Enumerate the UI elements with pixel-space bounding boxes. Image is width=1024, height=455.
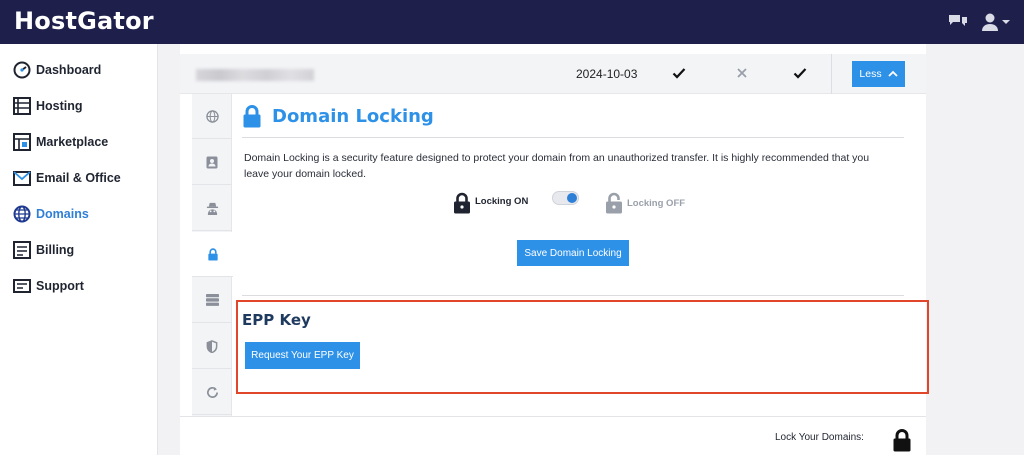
top-bar: HostGator <box>0 0 1024 44</box>
divider <box>180 416 926 417</box>
globe-icon <box>12 204 32 224</box>
expiration-date: 2024-10-03 <box>576 67 638 81</box>
sidebar-item-label: Hosting <box>36 99 83 113</box>
tab-nameservers[interactable] <box>192 278 232 323</box>
toggle-knob <box>567 193 577 203</box>
privacy-icon <box>206 202 218 215</box>
check-icon <box>793 66 807 85</box>
divider <box>831 54 832 94</box>
user-menu-icon[interactable] <box>982 12 1012 32</box>
email-icon <box>12 168 32 188</box>
lock-your-domains-label: Lock Your Domains: <box>775 432 864 443</box>
hosting-icon <box>12 96 32 116</box>
lock-icon[interactable] <box>892 428 912 455</box>
tab-privacy[interactable] <box>192 186 232 231</box>
chevron-up-icon <box>887 70 898 77</box>
less-button-label: Less <box>859 68 882 80</box>
globe-icon <box>205 109 219 123</box>
request-epp-key-button[interactable]: Request Your EPP Key <box>245 342 360 369</box>
domain-tabs <box>192 94 233 416</box>
sidebar: Dashboard Hosting Marketplace Email & Of… <box>0 44 158 455</box>
divider <box>242 137 904 138</box>
shield-icon <box>206 339 218 353</box>
hostgator-logo[interactable]: HostGator <box>14 7 154 35</box>
domain-row: 2024-10-03 Less <box>180 54 926 94</box>
sidebar-item-label: Dashboard <box>36 63 102 77</box>
locking-on-label: Locking ON <box>475 195 529 207</box>
sidebar-item-email-office[interactable]: Email & Office <box>12 167 121 189</box>
sidebar-item-billing[interactable]: Billing <box>12 239 74 261</box>
tab-domain-locking[interactable] <box>192 232 233 277</box>
tab-contacts[interactable] <box>192 140 232 185</box>
refresh-icon <box>206 386 218 398</box>
support-icon <box>12 276 32 296</box>
x-icon <box>736 66 748 84</box>
sidebar-item-label: Support <box>36 279 84 293</box>
locking-off-label: Locking OFF <box>627 197 686 209</box>
sidebar-item-support[interactable]: Support <box>12 275 84 297</box>
tab-renew[interactable] <box>192 370 232 415</box>
sidebar-item-marketplace[interactable]: Marketplace <box>12 131 108 153</box>
lock-closed-icon <box>454 192 470 214</box>
lock-open-icon <box>606 192 622 214</box>
sidebar-item-label: Email & Office <box>36 171 121 185</box>
sidebar-item-label: Marketplace <box>36 135 109 149</box>
check-icon <box>672 66 686 85</box>
server-icon <box>205 294 219 306</box>
chat-icon[interactable] <box>948 12 968 32</box>
marketplace-icon <box>12 132 32 152</box>
divider <box>242 295 904 296</box>
sidebar-item-hosting[interactable]: Hosting <box>12 95 83 117</box>
domain-locking-header: Domain Locking <box>242 104 434 128</box>
tab-dns[interactable] <box>192 94 232 139</box>
sidebar-item-domains[interactable]: Domains <box>12 203 89 225</box>
billing-icon <box>12 240 32 260</box>
blurred-domain-name <box>196 69 314 81</box>
lock-icon <box>243 105 261 128</box>
sidebar-item-label: Domains <box>36 207 89 221</box>
sidebar-item-dashboard[interactable]: Dashboard <box>12 59 101 81</box>
sidebar-item-label: Billing <box>36 243 75 257</box>
dashboard-icon <box>12 60 32 80</box>
page-title: Domain Locking <box>272 105 434 127</box>
locking-on-indicator: Locking ON <box>453 192 528 214</box>
save-domain-locking-button[interactable]: Save Domain Locking <box>517 240 629 266</box>
domain-locking-description: Domain Locking is a security feature des… <box>244 152 870 180</box>
tab-security[interactable] <box>192 324 232 369</box>
locking-off-indicator: Locking OFF <box>605 192 685 214</box>
lock-icon <box>207 247 218 261</box>
contact-icon <box>206 156 218 168</box>
locking-toggle[interactable] <box>552 191 579 205</box>
domain-detail-card: 2024-10-03 Less Domain Locking Domain Lo… <box>180 44 929 455</box>
epp-key-title: EPP Key <box>242 311 311 329</box>
less-button[interactable]: Less <box>852 61 905 87</box>
